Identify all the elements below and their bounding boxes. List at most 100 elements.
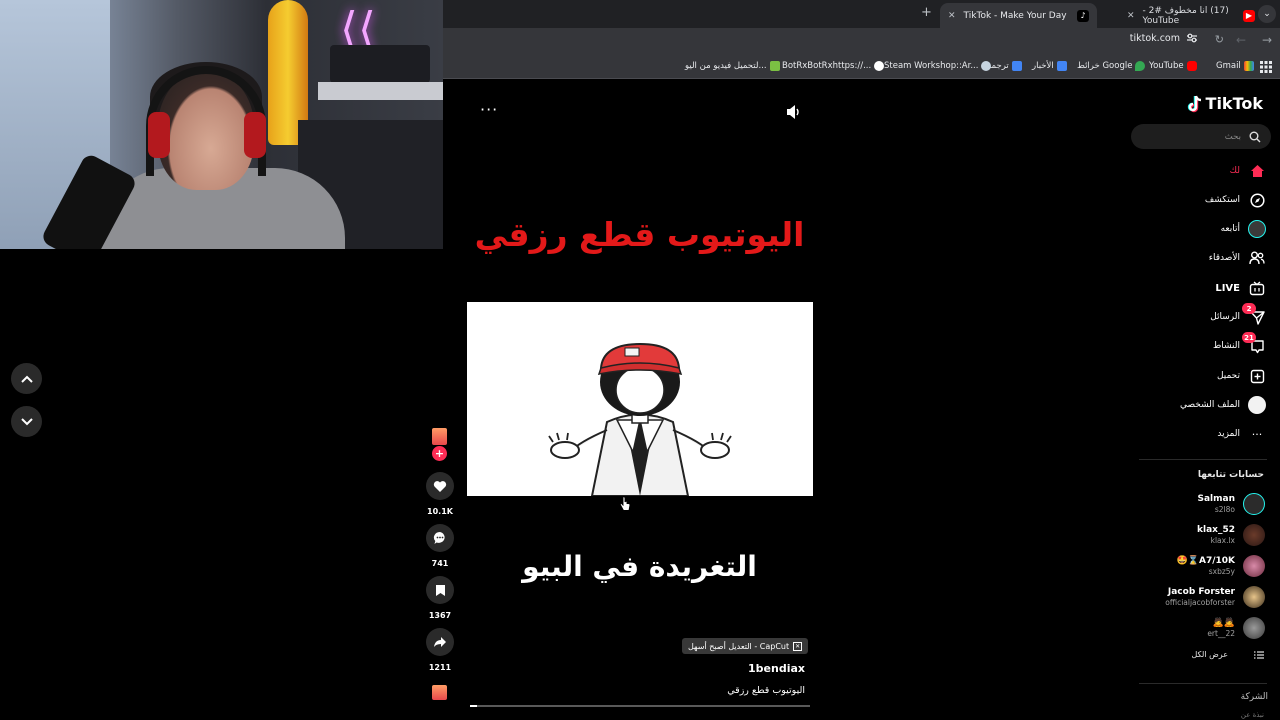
- bookmark-botrx[interactable]: BotRxBotRxhttps://...: [782, 61, 885, 71]
- see-all-label: عرض الكل: [1191, 650, 1228, 659]
- following-account[interactable]: 🙇🙇 ert__22: [1207, 614, 1265, 642]
- video-progress-fill: [470, 705, 477, 707]
- translate-icon: [1011, 61, 1022, 71]
- messages-badge: 2: [1242, 303, 1256, 314]
- save-button[interactable]: [426, 576, 454, 604]
- nav-live[interactable]: LIVE: [1215, 278, 1266, 298]
- maps-icon: [1135, 61, 1146, 71]
- comment-icon: [433, 531, 445, 544]
- webcam-background-shelf: [318, 82, 443, 100]
- close-tab-icon[interactable]: ✕: [948, 11, 956, 21]
- search-icon[interactable]: [1249, 131, 1261, 143]
- bookmark-gmail[interactable]: Gmail: [1216, 61, 1254, 71]
- nav-label: الملف الشخصي: [1180, 400, 1240, 410]
- tab-title: (17) انا مخطوف #2 - YouTube: [1142, 5, 1229, 26]
- company-link[interactable]: الشركة: [1241, 692, 1268, 702]
- search-input[interactable]: [1131, 131, 1241, 142]
- previous-video-button[interactable]: [11, 363, 42, 394]
- following-account[interactable]: 🤩⌛A7/10K sxbz5y: [1177, 552, 1265, 580]
- about-link[interactable]: نبذة عن: [1241, 711, 1264, 719]
- capcut-icon: ✕: [793, 641, 803, 651]
- bookmark-translate[interactable]: ترجمة: [987, 61, 1022, 71]
- nav-more[interactable]: ··· المزيد: [1217, 424, 1266, 444]
- more-options-icon[interactable]: ···: [480, 100, 498, 119]
- nav-upload[interactable]: تحميل: [1217, 366, 1266, 386]
- tiktok-icon: ♪: [1077, 9, 1089, 22]
- bookmark-maps[interactable]: خرائط Google: [1077, 61, 1146, 71]
- new-tab-button[interactable]: +: [921, 5, 932, 20]
- share-count: 1211: [428, 663, 452, 672]
- following-account[interactable]: Jacob Forster officialjacobforster: [1165, 583, 1265, 611]
- webcam-background-equipment: [330, 45, 430, 83]
- gmail-icon: [1243, 61, 1254, 71]
- comment-button[interactable]: [426, 524, 454, 552]
- cartoon-character-illustration: [548, 342, 732, 496]
- nav-following[interactable]: أتابعه: [1221, 219, 1266, 239]
- bookmark-steam[interactable]: Steam Workshop::Ar...: [884, 61, 992, 71]
- back-icon[interactable]: →: [1262, 33, 1272, 47]
- follow-button[interactable]: +: [432, 446, 447, 461]
- bookmark-label: BotRxBotRxhttps://...: [782, 61, 872, 71]
- webcam-overlay: ⟨⟨: [0, 0, 443, 249]
- bookmarks-bar: Gmail YouTube خرائط Google الأخبار ترجمة…: [443, 56, 1280, 79]
- bookmark-label: Gmail: [1216, 61, 1241, 71]
- steam-icon: [981, 61, 992, 71]
- avatar: [1243, 617, 1265, 639]
- see-all-button[interactable]: عرض الكل: [1191, 650, 1264, 659]
- account-handle: sxbz5y: [1208, 567, 1235, 576]
- send-icon: 2: [1242, 303, 1266, 326]
- video-caption-top: اليوتيوب قطع رزقي: [474, 215, 805, 254]
- video-progress-bar[interactable]: [470, 705, 810, 707]
- search-bar[interactable]: [1131, 124, 1271, 149]
- video-frame[interactable]: [467, 302, 813, 496]
- next-video-button[interactable]: [11, 406, 42, 437]
- nav-label: لك: [1229, 166, 1240, 176]
- nav-label: الرسائل: [1210, 312, 1240, 322]
- compass-icon: [1248, 191, 1266, 209]
- close-tab-icon[interactable]: ✕: [1127, 11, 1135, 21]
- bot-icon: [874, 61, 885, 71]
- tab-youtube[interactable]: ✕ (17) انا مخطوف #2 - YouTube ▶: [1119, 3, 1263, 28]
- account-name: Salman: [1197, 494, 1236, 504]
- account-name: 🙇🙇: [1212, 618, 1235, 628]
- site-settings-icon[interactable]: [1186, 32, 1198, 44]
- tiktok-note-icon: [1187, 95, 1201, 112]
- forward-icon[interactable]: ←: [1236, 33, 1246, 47]
- nav-for-you[interactable]: لك: [1230, 161, 1266, 181]
- bookmark-news[interactable]: الأخبار: [1032, 61, 1067, 71]
- reload-icon[interactable]: ↻: [1215, 33, 1224, 46]
- music-disc-icon[interactable]: [432, 685, 447, 700]
- chevron-up-icon: [20, 375, 33, 383]
- following-icon: [1248, 220, 1266, 238]
- friends-icon: [1248, 249, 1266, 267]
- webcam-headset-ear-left: [148, 112, 170, 158]
- nav-messages[interactable]: 2 الرسائل: [1210, 303, 1266, 327]
- creator-avatar[interactable]: [432, 428, 447, 445]
- nav-friends[interactable]: الأصدقاء: [1209, 248, 1266, 268]
- bookmark-download[interactable]: لتحميل فيديو من اليو...: [685, 61, 780, 71]
- nav-activity[interactable]: 21 النشاط: [1213, 332, 1266, 356]
- like-button[interactable]: [426, 472, 454, 500]
- chevron-down-icon: [20, 417, 33, 425]
- nav-label: استكشف: [1204, 195, 1240, 205]
- following-account[interactable]: Salman s2l8o: [1197, 490, 1265, 518]
- apps-grid-icon[interactable]: [1260, 61, 1272, 73]
- share-button[interactable]: [426, 628, 454, 656]
- bookmark-youtube[interactable]: YouTube: [1149, 61, 1197, 71]
- tiktok-logo[interactable]: TikTok: [1187, 94, 1263, 113]
- nav-profile[interactable]: الملف الشخصي: [1180, 395, 1266, 415]
- capcut-effect-label[interactable]: ✕ CapCut - التعديل أصبح أسهل: [682, 638, 809, 654]
- address-bar[interactable]: tiktok.com: [1130, 32, 1198, 44]
- avatar: [1243, 586, 1265, 608]
- news-icon: [1056, 61, 1067, 71]
- video-author[interactable]: 1bendiax: [748, 662, 805, 675]
- account-name: 🤩⌛A7/10K: [1176, 556, 1235, 566]
- tab-tiktok[interactable]: ✕ TikTok - Make Your Day ♪: [940, 3, 1097, 28]
- following-account[interactable]: klax_52 klax.lx: [1197, 521, 1265, 549]
- upload-icon: [1248, 367, 1266, 385]
- bookmark-icon: [435, 584, 445, 596]
- account-handle: officialjacobforster: [1165, 598, 1235, 607]
- nav-explore[interactable]: استكشف: [1205, 190, 1266, 210]
- volume-icon[interactable]: [786, 104, 800, 120]
- browser-toolbar: → ← ↻ tiktok.com: [443, 28, 1280, 56]
